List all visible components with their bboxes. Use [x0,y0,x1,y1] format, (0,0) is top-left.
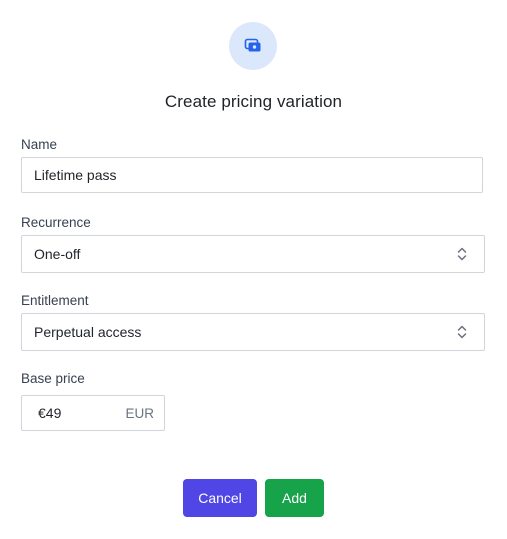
entitlement-select[interactable]: Perpetual access [21,313,485,351]
recurrence-label: Recurrence [21,215,91,230]
base-price-label: Base price [21,371,85,386]
base-price-value: €49 [38,405,62,421]
name-input[interactable]: Lifetime pass [21,157,483,193]
entitlement-label: Entitlement [21,293,89,308]
dialog-title: Create pricing variation [164,92,343,111]
cancel-button[interactable]: Cancel [183,479,257,517]
currency-label: EUR [125,405,154,421]
entitlement-select-value: Perpetual access [34,324,142,340]
base-price-input[interactable]: €49 EUR [21,395,165,431]
create-pricing-dialog: Create pricing variation Name Lifetime p… [0,0,507,539]
recurrence-select[interactable]: One-off [21,235,485,273]
chevron-up-down-icon [456,323,468,341]
name-label: Name [21,137,58,152]
money-icon [229,22,277,70]
add-button[interactable]: Add [265,479,324,517]
recurrence-select-value: One-off [34,246,81,262]
chevron-up-down-icon [456,245,468,263]
name-input-value: Lifetime pass [34,167,117,183]
